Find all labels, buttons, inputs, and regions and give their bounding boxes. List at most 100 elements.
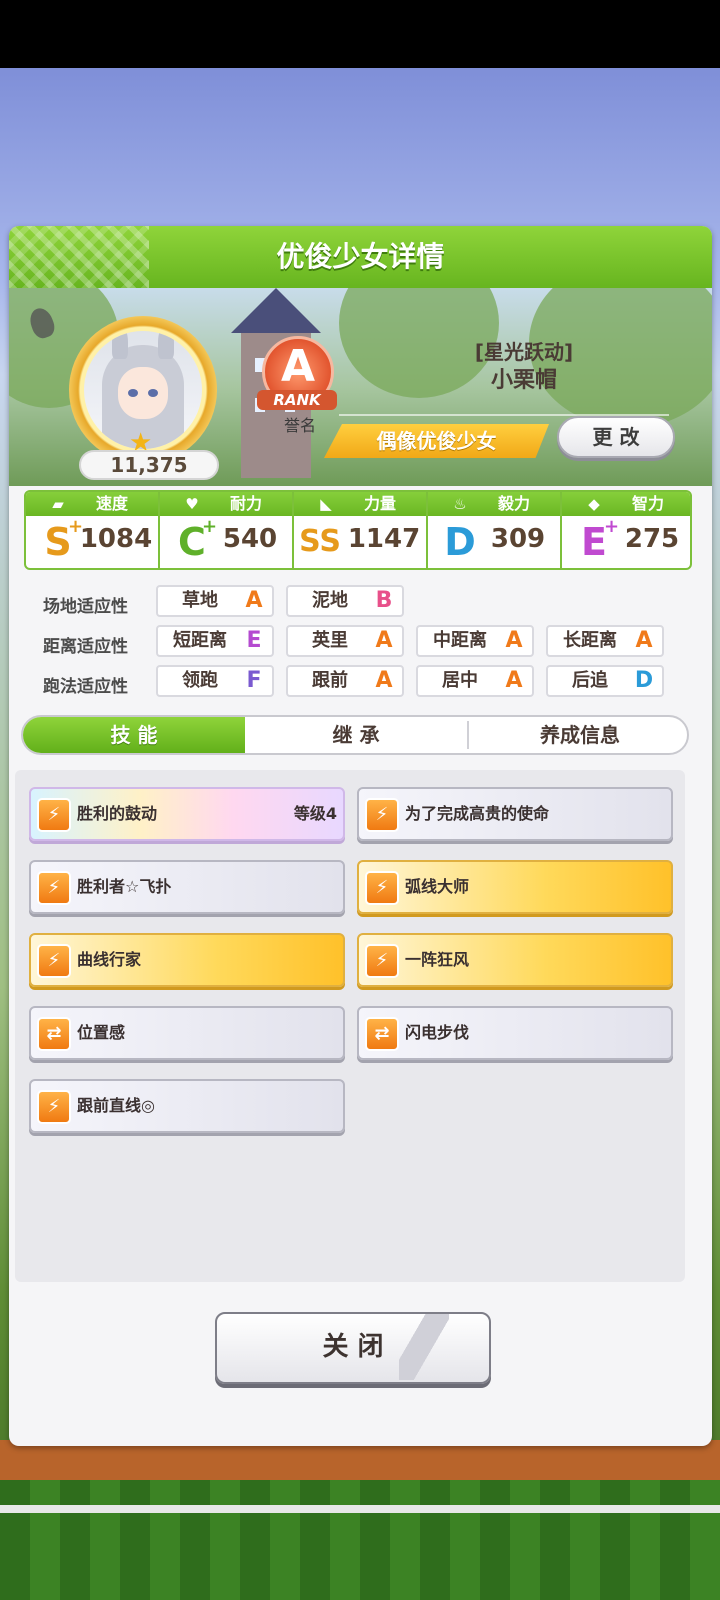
dialog-header: 优俊少女详情 [9,226,712,288]
skill-name: 闪电步伐 [405,1023,470,1042]
aptitude-name: 英里 [312,630,348,651]
aptitude-grade: A [245,588,263,613]
stat-header: ◆ 智力 [562,492,690,516]
stats-panel: ▰ 速度 S + 1084 ♥ 耐力 C + 540 ◣ 力量 SS 1147 [24,490,692,570]
runner-icon: ⚡ [365,798,399,832]
skill-item[interactable]: ⚡ 一阵狂风 [357,933,673,987]
aptitude-dirt: 泥地 B [286,585,404,617]
skill-item[interactable]: ⇄ 位置感 [29,1006,345,1060]
button-shine [399,1314,449,1380]
shoe-icon: ▰ [52,495,64,513]
aptitude-betweener: 居中 A [416,665,534,697]
stat-label: 毅力 [497,494,530,513]
stat-header: ♥ 耐力 [160,492,292,516]
aptitude-grade: A [505,628,523,653]
skill-item[interactable]: ⚡ 胜利的鼓动 等级4 [29,787,345,841]
skill-item[interactable]: ⚡ 胜利者☆飞扑 [29,860,345,914]
aptitude-leader: 跟前 A [286,665,404,697]
status-bar [0,0,720,68]
avatar-face [118,367,168,419]
aptitude-name: 跟前 [312,670,348,691]
aptitude-name: 泥地 [312,590,348,611]
rank-letter: A [280,341,316,392]
aptitude-grade: F [246,668,262,693]
stat-label: 智力 [631,494,664,513]
aptitude-mile: 英里 A [286,625,404,657]
background-track [0,1440,720,1480]
position-icon: ⇄ [37,1017,71,1051]
skill-item[interactable]: ⚡ 跟前直线◎ [29,1079,345,1133]
stat-label: 耐力 [229,494,262,513]
stat-header: ♨ 毅力 [428,492,560,516]
tab-inheritance[interactable]: 继 承 [245,717,467,753]
close-button[interactable]: 关 闭 [215,1312,491,1384]
stat-stamina: ♥ 耐力 C + 540 [160,492,292,568]
aptitude-name: 领跑 [182,670,218,691]
runner-icon: ⚡ [37,944,71,978]
aptitude-grade: A [375,668,393,693]
tab-training-info[interactable]: 养成信息 [469,717,687,753]
stat-grade: D [444,520,476,564]
aptitude-grade: E [246,628,262,653]
aptitude-name: 短距离 [173,630,227,651]
evaluation-score: 11,375 [79,450,219,480]
skill-name: 位置感 [77,1023,126,1042]
aptitude-runner: 领跑 F [156,665,274,697]
dialog-title: 优俊少女详情 [276,240,445,273]
graduation-cap-icon: ◆ [588,495,600,513]
stat-power: ◣ 力量 SS 1147 [294,492,426,568]
tab-skills[interactable]: 技 能 [23,717,245,753]
runner-icon: ⚡ [37,798,71,832]
skill-name: 弧线大师 [405,877,470,896]
muscle-icon: ◣ [320,495,332,513]
stat-header: ◣ 力量 [294,492,426,516]
aptitude-short: 短距离 E [156,625,274,657]
aptitude-name: 中距离 [433,630,487,651]
heart-icon: ♥ [185,495,199,513]
position-icon: ⇄ [365,1017,399,1051]
aptitude-chaser: 后追 D [546,665,664,697]
rank-word: RANK [257,390,337,410]
skill-item[interactable]: ⚡ 曲线行家 [29,933,345,987]
skill-name: 曲线行家 [77,950,142,969]
runner-icon: ⚡ [37,871,71,905]
skill-item[interactable]: ⚡ 为了完成高贵的使命 [357,787,673,841]
character-name: 小栗帽 [490,368,557,393]
stat-value: 540 [222,524,278,554]
skill-name: 胜利者☆飞扑 [77,877,172,896]
stat-wisdom: ◆ 智力 E + 275 [562,492,690,568]
profile-section: ★ 11,375 A RANK 誉名 [星光跃动] 小栗帽 偶像优俊少女 更 改 [9,288,712,486]
background-grass [0,1480,720,1600]
skill-name: 跟前直线◎ [77,1096,155,1115]
aptitude-long: 长距离 A [546,625,664,657]
aptitude-turf: 草地 A [156,585,274,617]
umamusume-detail-dialog: 优俊少女详情 ★ 11,375 A RANK 誉名 [星光跃动] 小栗帽 偶像优… [9,226,712,1446]
close-button-label: 关 闭 [322,1332,384,1362]
aptitude-grade: A [375,628,393,653]
avatar-eye [128,389,138,397]
aptitude-medium: 中距离 A [416,625,534,657]
avatar-eye [148,389,158,397]
rank-name: 誉名 [283,416,316,435]
aptitude-name: 长距离 [563,630,617,651]
stat-value: 275 [624,524,680,554]
change-button[interactable]: 更 改 [557,416,675,458]
skills-panel: ⚡ 胜利的鼓动 等级4 ⚡ 为了完成高贵的使命 ⚡ 胜利者☆飞扑 ⚡ 弧线大师 … [15,770,685,1282]
stat-guts: ♨ 毅力 D 309 [428,492,560,568]
detail-tabs: 技 能 继 承 养成信息 [21,715,689,755]
aptitude-grade: B [375,588,393,613]
background-rail [0,1505,720,1513]
distance-aptitude-label: 距离适应性 [43,637,128,657]
style-aptitude-label: 跑法适应性 [43,677,128,697]
skill-item[interactable]: ⚡ 弧线大师 [357,860,673,914]
stat-grade: SS [299,524,341,559]
skill-level: 等级4 [293,804,337,823]
type-banner: 偶像优俊少女 [324,424,549,458]
skill-item[interactable]: ⇄ 闪电步伐 [357,1006,673,1060]
aptitude-grade: D [634,668,654,693]
stat-value: 309 [490,524,546,554]
aptitude-grade: A [635,628,653,653]
stat-value: 1084 [79,524,153,554]
aptitude-name: 后追 [572,670,608,691]
flame-icon: ♨ [453,495,467,513]
